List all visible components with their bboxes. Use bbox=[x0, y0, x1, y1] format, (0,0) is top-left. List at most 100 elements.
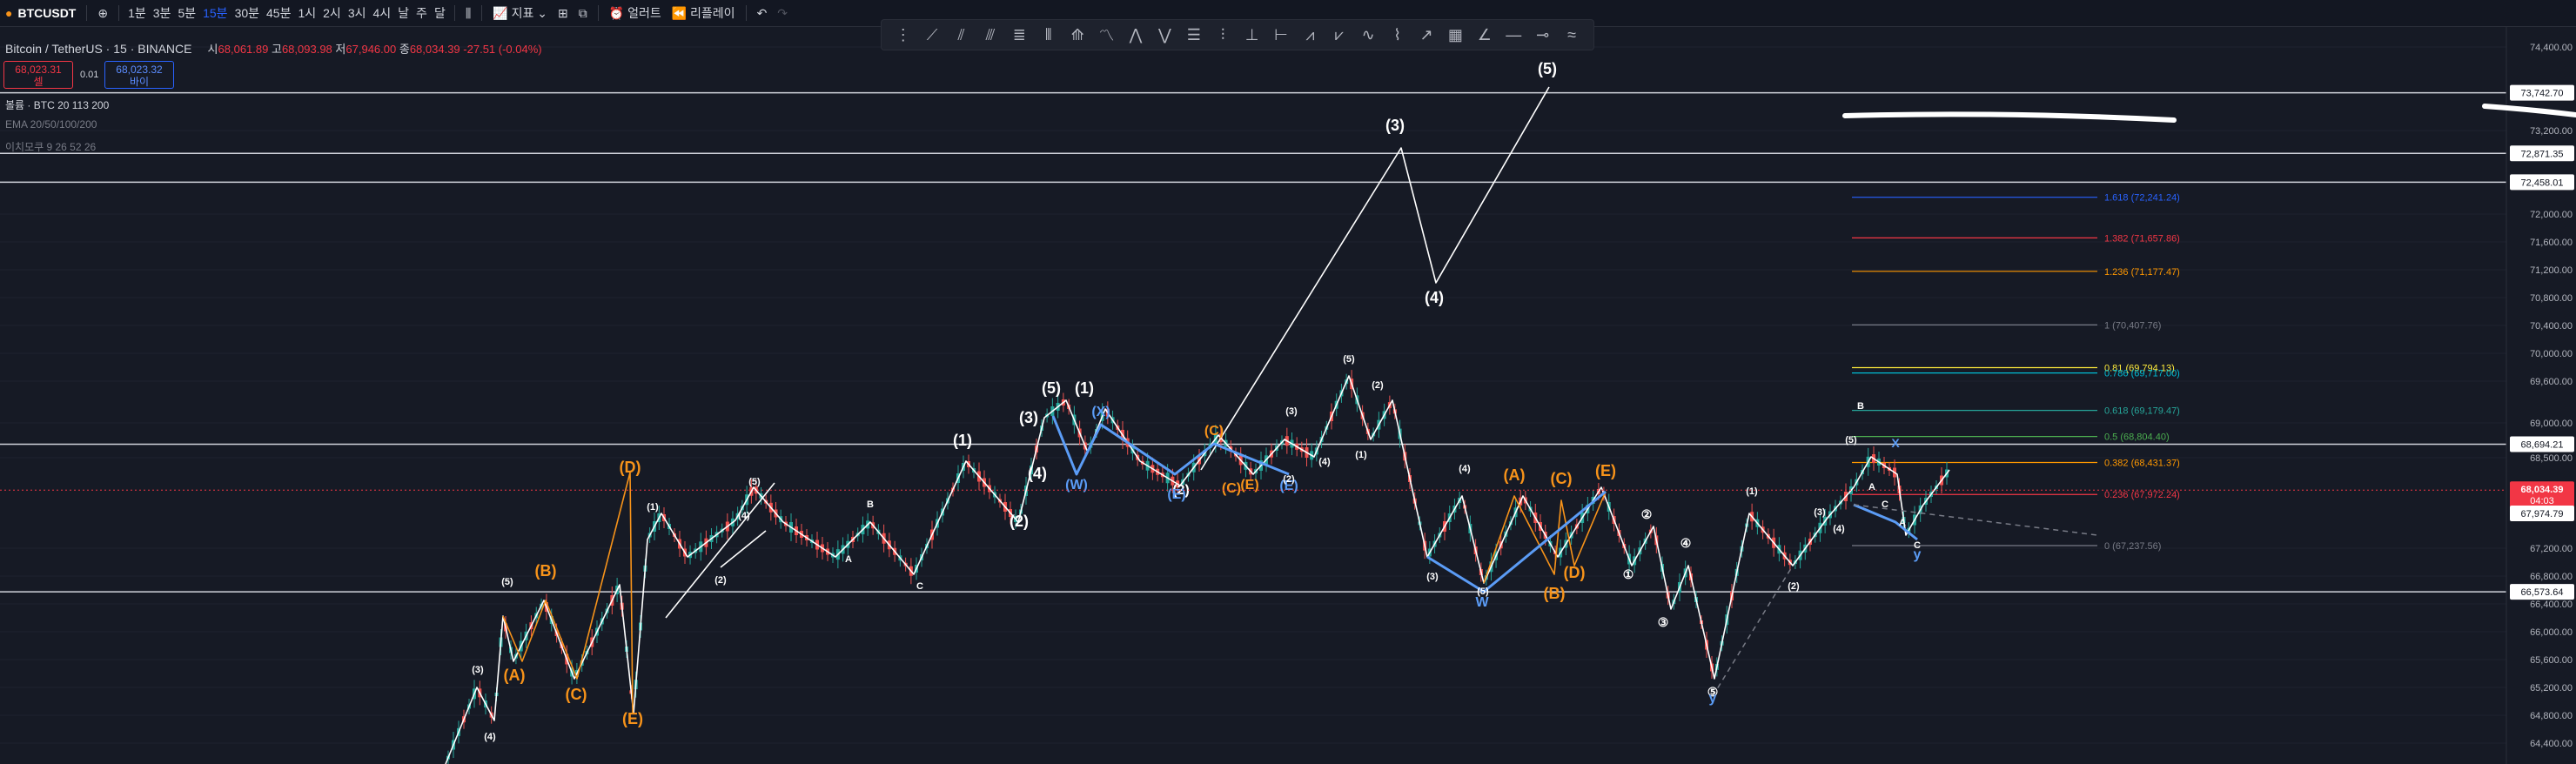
sell-label: 셀 bbox=[33, 76, 44, 88]
wave-label-12: (C) bbox=[566, 686, 587, 703]
wave-label-49: ③ bbox=[1658, 615, 1669, 629]
wave-label-27: (E) bbox=[1167, 487, 1185, 502]
undo-icon[interactable]: ↶ bbox=[752, 6, 773, 21]
interval-6[interactable]: 1시 bbox=[294, 4, 319, 22]
wave-label-5: (3) bbox=[1019, 409, 1038, 426]
wave-label-11: (A) bbox=[504, 667, 526, 684]
symbol-search[interactable]: ● BTCUSDT bbox=[0, 6, 81, 20]
trend-angle-icon[interactable]: ⟋ bbox=[920, 26, 944, 44]
interval-9[interactable]: 4시 bbox=[369, 4, 394, 22]
interval-4[interactable]: 30분 bbox=[231, 4, 263, 22]
wave-label-18: (1) bbox=[647, 502, 659, 513]
replay-button[interactable]: ⏪ 리플레이 bbox=[667, 4, 741, 22]
fib-label-5: 0.786 (69,717.00) bbox=[2104, 369, 2180, 379]
wave-label-47: ② bbox=[1641, 507, 1653, 521]
wave-label-1: (3) bbox=[1385, 117, 1405, 134]
wave-label-32: (5) bbox=[1343, 354, 1355, 365]
chart-type-icon[interactable]: ⫼ bbox=[460, 6, 476, 21]
y-tick-label-2: 72,000.00 bbox=[2530, 210, 2573, 220]
wave-label-36: (3) bbox=[1285, 406, 1298, 417]
ichimoku-indicator[interactable]: 이치모쿠 9 26 52 26 bbox=[5, 139, 96, 154]
indicators-button[interactable]: 📈 지표 ⌄ bbox=[487, 4, 553, 22]
wave-label-20: (2) bbox=[714, 575, 727, 586]
divider bbox=[745, 5, 747, 21]
add-symbol-icon[interactable]: ⊕ bbox=[92, 6, 113, 21]
high-label: 고 bbox=[271, 43, 282, 56]
elliott-impulse-icon[interactable]: ⩘ bbox=[1298, 26, 1322, 44]
drawing-toolbar: ⋮ ⟋ ⫽ ⫻ ≣ ⦀ ⟰ 〽 ⋀ ⋁ ☰ ⫶ ⊥ ⊢ ⩘ ⩗ ∿ ⌇ ↗ ▦ … bbox=[881, 19, 1594, 50]
wave-label-42: (A) bbox=[1504, 466, 1526, 484]
fan-icon[interactable]: ⟰ bbox=[1065, 26, 1090, 44]
y-tick-label-4: 71,200.00 bbox=[2530, 265, 2573, 276]
date-range-icon[interactable]: ⊥ bbox=[1240, 26, 1265, 44]
level-tag-label-4: 66,573.64 bbox=[2521, 587, 2564, 598]
countdown-label: 04:03 bbox=[2530, 496, 2554, 506]
y-tick-label-5: 70,800.00 bbox=[2530, 293, 2573, 304]
fib-channel-icon[interactable]: ⦀ bbox=[1036, 26, 1061, 44]
schiff-pitchfork-icon[interactable]: ⫻ bbox=[978, 26, 1003, 44]
drag-handle-icon[interactable]: ⋮ bbox=[891, 26, 916, 44]
interval-12[interactable]: 달 bbox=[431, 4, 449, 22]
fib-label-8: 0.382 (68,431.37) bbox=[2104, 458, 2180, 468]
indicators-label: 지표 bbox=[511, 6, 534, 20]
price-chart[interactable]: 1.618 (72,241.24) 1.382 (71,657.86) 1.236 … bbox=[0, 0, 2576, 764]
pitchfork-icon[interactable]: ⫽ bbox=[949, 26, 974, 44]
measure-icon[interactable]: ▦ bbox=[1443, 26, 1467, 44]
wave-label-8: (2) bbox=[1010, 513, 1029, 530]
alert-button[interactable]: ⏰ 얼러트 bbox=[604, 4, 667, 22]
price-range-icon[interactable]: ⊢ bbox=[1269, 26, 1293, 44]
ray-icon[interactable]: ↗ bbox=[1414, 26, 1439, 44]
curve-icon[interactable]: ≈ bbox=[1560, 26, 1584, 44]
replay-label: 리플레이 bbox=[690, 6, 735, 20]
buy-button[interactable]: 68,023.32 바이 bbox=[104, 61, 174, 89]
interval-3[interactable]: 15분 bbox=[199, 4, 231, 22]
spread-value: 0.01 bbox=[80, 70, 99, 80]
interval-7[interactable]: 2시 bbox=[319, 4, 345, 22]
wave-label-28: (C) bbox=[1222, 481, 1241, 496]
bitcoin-icon: ● bbox=[5, 6, 13, 20]
high-value: 68,093.98 bbox=[281, 43, 332, 56]
wave-path-6 bbox=[1051, 415, 1290, 476]
wave-label-54: (2) bbox=[1788, 581, 1800, 592]
fib-retracement-icon[interactable]: ☰ bbox=[1182, 26, 1206, 44]
volume-indicator[interactable]: 볼륨 · BTC 20 113 200 bbox=[5, 97, 109, 112]
wave-label-16: (4) bbox=[484, 732, 496, 742]
horizontal-line-icon[interactable]: — bbox=[1501, 26, 1526, 44]
level-tag-label-3: 68,694.21 bbox=[2521, 439, 2564, 450]
wave-path-8 bbox=[1853, 503, 1918, 541]
y-tick-label-0: 74,400.00 bbox=[2530, 43, 2573, 53]
open-label: 시 bbox=[207, 43, 218, 56]
parallel-channel-icon[interactable]: ≣ bbox=[1007, 26, 1031, 44]
redo-icon[interactable]: ↷ bbox=[772, 6, 793, 21]
interval-2[interactable]: 5분 bbox=[174, 4, 199, 22]
elliott-correction-icon[interactable]: ⩗ bbox=[1327, 26, 1352, 44]
wave-label-30: (C) bbox=[1204, 424, 1224, 439]
wave-path-2 bbox=[665, 482, 775, 619]
wave-label-38: (4) bbox=[1459, 464, 1471, 474]
templates-icon[interactable]: ⧉ bbox=[574, 6, 593, 21]
interval-8[interactable]: 3시 bbox=[345, 4, 370, 22]
interval-1[interactable]: 3분 bbox=[150, 4, 175, 22]
wave-label-13: (E) bbox=[622, 710, 643, 727]
wave-label-64: y bbox=[1914, 547, 1922, 562]
zigzag-icon[interactable]: 〽 bbox=[1095, 23, 1119, 46]
interval-0[interactable]: 1분 bbox=[124, 4, 150, 22]
ema-indicator[interactable]: EMA 20/50/100/200 bbox=[5, 118, 97, 131]
angle-icon[interactable]: ∠ bbox=[1472, 26, 1497, 44]
sell-button[interactable]: 68,023.31 셀 bbox=[3, 61, 73, 89]
y-tick-label-7: 70,000.00 bbox=[2530, 349, 2573, 359]
fib-extension-icon[interactable]: ⫶ bbox=[1211, 26, 1235, 44]
wave-label-0: (5) bbox=[1538, 60, 1557, 77]
elliott-double-icon[interactable]: ⌇ bbox=[1385, 26, 1410, 44]
layouts-icon[interactable]: ⊞ bbox=[553, 6, 574, 21]
wave-label-60: A bbox=[1868, 482, 1875, 493]
wave-label-39: (3) bbox=[1426, 572, 1439, 582]
interval-5[interactable]: 45분 bbox=[263, 4, 294, 22]
interval-11[interactable]: 주 bbox=[413, 4, 431, 22]
abcd-icon[interactable]: ⋁ bbox=[1152, 26, 1177, 44]
elliott-triangle-icon[interactable]: ∿ bbox=[1356, 26, 1380, 44]
interval-10[interactable]: 날 bbox=[394, 4, 413, 22]
horizontal-ray-icon[interactable]: ⊸ bbox=[1531, 26, 1555, 44]
wave-path-0 bbox=[445, 375, 1950, 764]
xabcd-icon[interactable]: ⋀ bbox=[1124, 26, 1148, 44]
